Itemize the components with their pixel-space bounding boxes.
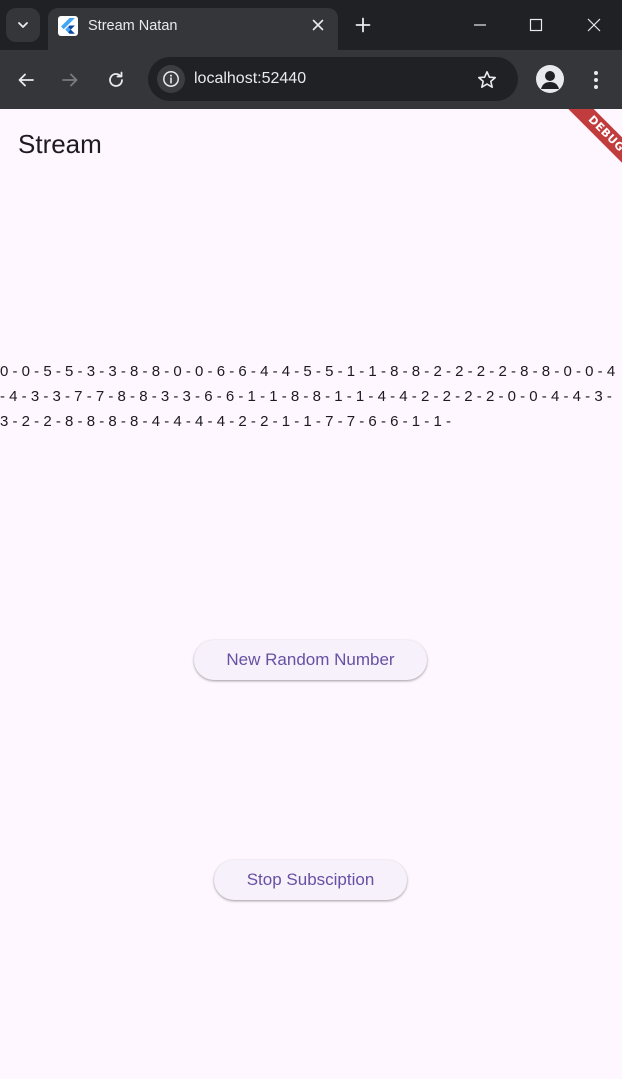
star-icon	[478, 71, 496, 88]
tab-close-button[interactable]	[306, 13, 330, 37]
arrow-left-icon	[18, 73, 34, 87]
info-icon	[163, 71, 179, 87]
arrow-right-icon	[62, 73, 78, 87]
browser-toolbar: localhost:52440	[0, 50, 622, 109]
address-bar[interactable]: localhost:52440	[148, 57, 518, 101]
browser-menu-button[interactable]	[582, 64, 610, 96]
minimize-icon	[474, 24, 486, 26]
debug-banner: DEBUG	[554, 109, 622, 186]
minimize-button[interactable]	[462, 8, 498, 42]
kebab-menu-icon	[594, 71, 598, 89]
reload-button[interactable]	[100, 64, 132, 96]
app-viewport: Stream 0 - 0 - 5 - 5 - 3 - 3 - 8 - 8 - 0…	[0, 109, 622, 1079]
person-icon	[541, 71, 559, 89]
close-icon	[312, 19, 324, 31]
stream-numbers-text: 0 - 0 - 5 - 5 - 3 - 3 - 8 - 8 - 0 - 0 - …	[0, 363, 616, 430]
reload-icon	[109, 71, 123, 87]
chevron-down-icon	[18, 22, 28, 28]
close-window-button[interactable]	[576, 8, 612, 42]
site-info-button[interactable]	[157, 65, 185, 93]
flutter-logo-icon	[58, 16, 78, 36]
profile-button[interactable]	[536, 65, 564, 93]
browser-tab[interactable]: Stream Natan	[48, 8, 338, 50]
plus-icon	[355, 17, 371, 33]
stop-subscription-button[interactable]: Stop Subsciption	[214, 860, 407, 900]
new-tab-button[interactable]	[350, 12, 376, 38]
url-text[interactable]: localhost:52440	[194, 69, 306, 89]
bookmark-button[interactable]	[474, 67, 500, 93]
forward-button[interactable]	[54, 64, 86, 96]
close-icon	[587, 18, 601, 32]
back-button[interactable]	[10, 64, 42, 96]
maximize-icon	[529, 18, 543, 32]
browser-tab-strip: Stream Natan	[0, 0, 622, 50]
tab-search-button[interactable]	[6, 8, 40, 42]
new-random-number-button[interactable]: New Random Number	[194, 640, 427, 680]
maximize-button[interactable]	[518, 8, 554, 42]
tab-title: Stream Natan	[88, 18, 178, 34]
app-bar-title: Stream	[18, 129, 102, 159]
